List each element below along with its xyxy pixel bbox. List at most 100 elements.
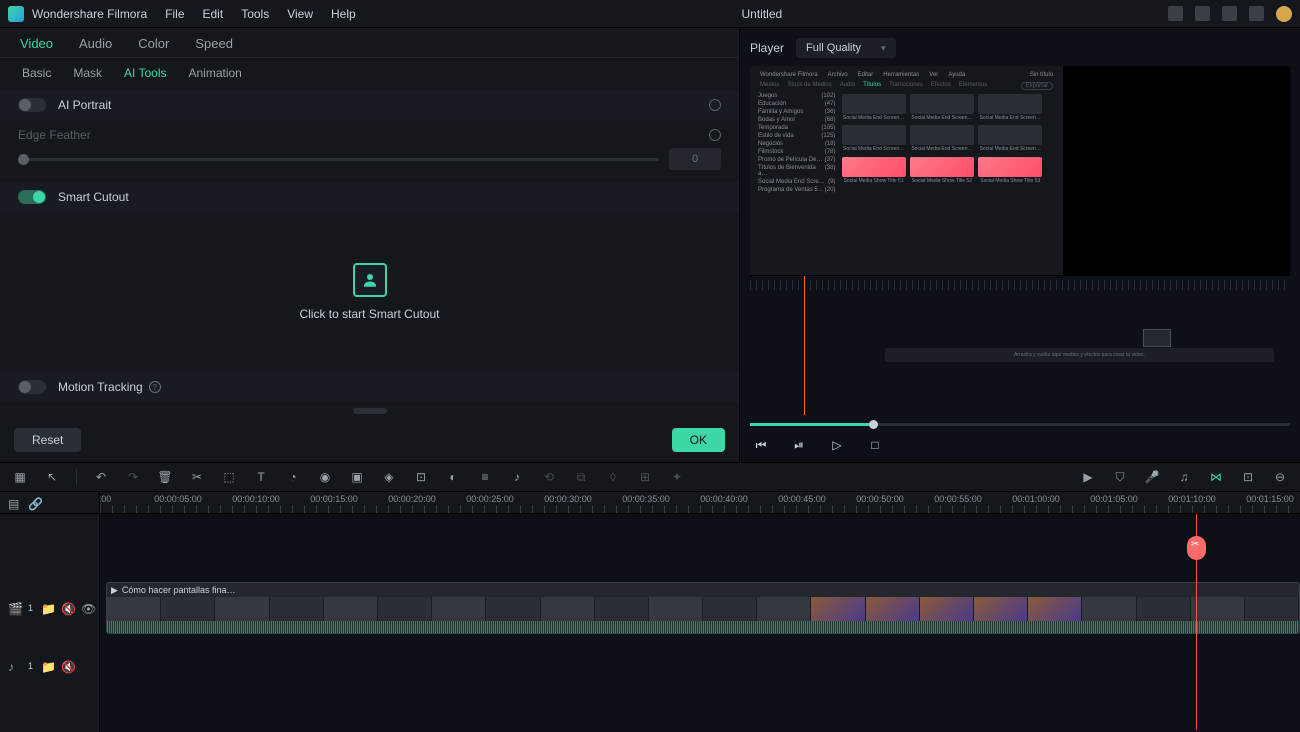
timeline-toolbar: ▦ ↖ ↶ ↷ 🗑 ✂ ⬚ T ◔ ◉ ▣ ◈ ⊡ ◐ ≡ ♪ ⟲ ⧉ ◊ ⊞ … (0, 462, 1300, 492)
app-name: Wondershare Filmora (32, 7, 147, 21)
video-track-number: 1 (28, 603, 33, 613)
category-tabs: Video Audio Color Speed (0, 28, 739, 58)
stop-button[interactable]: □ (866, 436, 884, 454)
info-icon[interactable]: ? (149, 381, 161, 393)
marker-icon[interactable]: ◊ (605, 469, 621, 485)
speed-icon[interactable]: ◔ (285, 469, 301, 485)
tab-video[interactable]: Video (20, 36, 53, 51)
edge-feather-slider[interactable] (18, 158, 659, 161)
playback-progress[interactable] (750, 423, 1290, 426)
prev-frame-button[interactable]: ⏮ (752, 436, 770, 454)
play-button[interactable]: ▷ (828, 436, 846, 454)
ok-button[interactable]: OK (672, 428, 725, 452)
screen-icon[interactable] (1168, 6, 1183, 21)
menu-help[interactable]: Help (331, 7, 356, 21)
adjust-icon[interactable]: ≡ (477, 469, 493, 485)
step-back-button[interactable]: ⏯ (790, 436, 808, 454)
video-track[interactable]: ▶ Cómo hacer pantallas fina… (100, 582, 1300, 634)
render-icon[interactable]: ▶ (1080, 469, 1096, 485)
clip-waveform (107, 621, 1299, 634)
group-icon[interactable]: ⧉ (573, 469, 589, 485)
audio-track-icon: ♪ (8, 660, 20, 672)
cloud-icon[interactable] (1222, 6, 1237, 21)
audio-icon[interactable]: ♪ (509, 469, 525, 485)
snapshot-icon[interactable]: ⊡ (1240, 469, 1256, 485)
preview-viewport[interactable]: Wondershare Filmora ArchivoEditarHerrami… (750, 66, 1290, 415)
titlebar-right (1168, 6, 1292, 22)
playhead[interactable] (1196, 514, 1197, 730)
chevron-down-icon: ▾ (881, 43, 886, 54)
mute-icon[interactable]: 🔇 (61, 602, 73, 614)
cut-icon[interactable]: ✂ (189, 469, 205, 485)
menu-file[interactable]: File (165, 7, 184, 21)
text-icon[interactable]: T (253, 469, 269, 485)
grid-icon[interactable]: ▦ (12, 469, 28, 485)
ai-portrait-toggle[interactable] (18, 98, 46, 112)
mic-icon[interactable]: 🎤 (1144, 469, 1160, 485)
tab-speed[interactable]: Speed (195, 36, 233, 51)
timeline: ▤ 🔗 🎬 1 📁 🔇 👁 ♪ 1 📁 🔇 00:0000:00:05:0000… (0, 492, 1300, 732)
track-icon[interactable]: ⊞ (637, 469, 653, 485)
edge-feather-slider-row: 0 (0, 142, 739, 180)
time-ruler[interactable]: 00:0000:00:05:0000:00:10:0000:00:15:0000… (100, 492, 1300, 514)
video-track-icon: 🎬 (8, 602, 20, 614)
folder-icon[interactable]: 📁 (41, 660, 53, 672)
keyframe-icon[interactable]: ◈ (381, 469, 397, 485)
reset-icon[interactable] (709, 99, 721, 111)
reset-icon[interactable] (709, 129, 721, 141)
pointer-icon[interactable]: ↖ (44, 469, 60, 485)
app-logo-icon (8, 6, 24, 22)
mask-icon[interactable]: ◐ (445, 469, 461, 485)
detect-icon[interactable]: ⊡ (413, 469, 429, 485)
delete-icon[interactable]: 🗑 (157, 469, 173, 485)
subtab-mask[interactable]: Mask (73, 66, 102, 80)
tab-audio[interactable]: Audio (79, 36, 112, 51)
slider-thumb[interactable] (18, 154, 29, 165)
player-panel: Player Full Quality ▾ Wondershare Filmor… (740, 28, 1300, 462)
timeline-options-icon[interactable]: ▤ (8, 497, 20, 509)
zoom-out-icon[interactable]: ⊖ (1272, 469, 1288, 485)
tracks-area[interactable]: 00:0000:00:05:0000:00:10:0000:00:15:0000… (100, 492, 1300, 732)
redo-icon[interactable]: ↷ (125, 469, 141, 485)
smart-cutout-toggle[interactable] (18, 190, 46, 204)
menu-view[interactable]: View (287, 7, 313, 21)
menu-tools[interactable]: Tools (241, 7, 269, 21)
menu-edit[interactable]: Edit (203, 7, 224, 21)
motion-tracking-toggle[interactable] (18, 380, 46, 394)
playhead-scissors-icon[interactable] (1187, 536, 1206, 560)
folder-icon[interactable]: 📁 (41, 602, 53, 614)
document-title: Untitled (356, 7, 1168, 21)
effects-icon[interactable]: ✦ (669, 469, 685, 485)
tab-color[interactable]: Color (138, 36, 169, 51)
crop-icon[interactable]: ⬚ (221, 469, 237, 485)
visibility-icon[interactable]: 👁 (81, 602, 93, 614)
color-icon[interactable]: ◉ (317, 469, 333, 485)
avatar[interactable] (1276, 6, 1292, 22)
mixer-icon[interactable]: ♫ (1176, 469, 1192, 485)
progress-fill (750, 423, 869, 426)
subtab-animation[interactable]: Animation (188, 66, 241, 80)
drag-handle-icon[interactable] (353, 408, 387, 414)
sync-icon[interactable]: ⟲ (541, 469, 557, 485)
smart-cutout-icon[interactable] (353, 263, 387, 297)
greenscreen-icon[interactable]: ▣ (349, 469, 365, 485)
separator (76, 469, 77, 485)
magnet-highlight-icon[interactable]: ⋈ (1208, 469, 1224, 485)
preview-mini-timeline: Arrastra y suelta aquí medios y efectos … (750, 275, 1290, 415)
main-area: Video Audio Color Speed Basic Mask AI To… (0, 28, 1300, 462)
link-icon[interactable]: 🔗 (28, 497, 40, 509)
shield-icon[interactable]: ⛉ (1112, 469, 1128, 485)
reset-button[interactable]: Reset (14, 428, 81, 452)
apps-icon[interactable] (1249, 6, 1264, 21)
save-icon[interactable] (1195, 6, 1210, 21)
quality-dropdown[interactable]: Full Quality ▾ (796, 38, 896, 58)
smart-cutout-cta[interactable]: Click to start Smart Cutout (299, 307, 439, 321)
subtab-aitools[interactable]: AI Tools (124, 66, 166, 80)
video-clip[interactable]: ▶ Cómo hacer pantallas fina… (106, 582, 1300, 634)
edge-feather-value[interactable]: 0 (669, 148, 721, 170)
titlebar: Wondershare Filmora File Edit Tools View… (0, 0, 1300, 28)
progress-handle[interactable] (869, 420, 878, 429)
undo-icon[interactable]: ↶ (93, 469, 109, 485)
mute-icon[interactable]: 🔇 (61, 660, 73, 672)
subtab-basic[interactable]: Basic (22, 66, 51, 80)
